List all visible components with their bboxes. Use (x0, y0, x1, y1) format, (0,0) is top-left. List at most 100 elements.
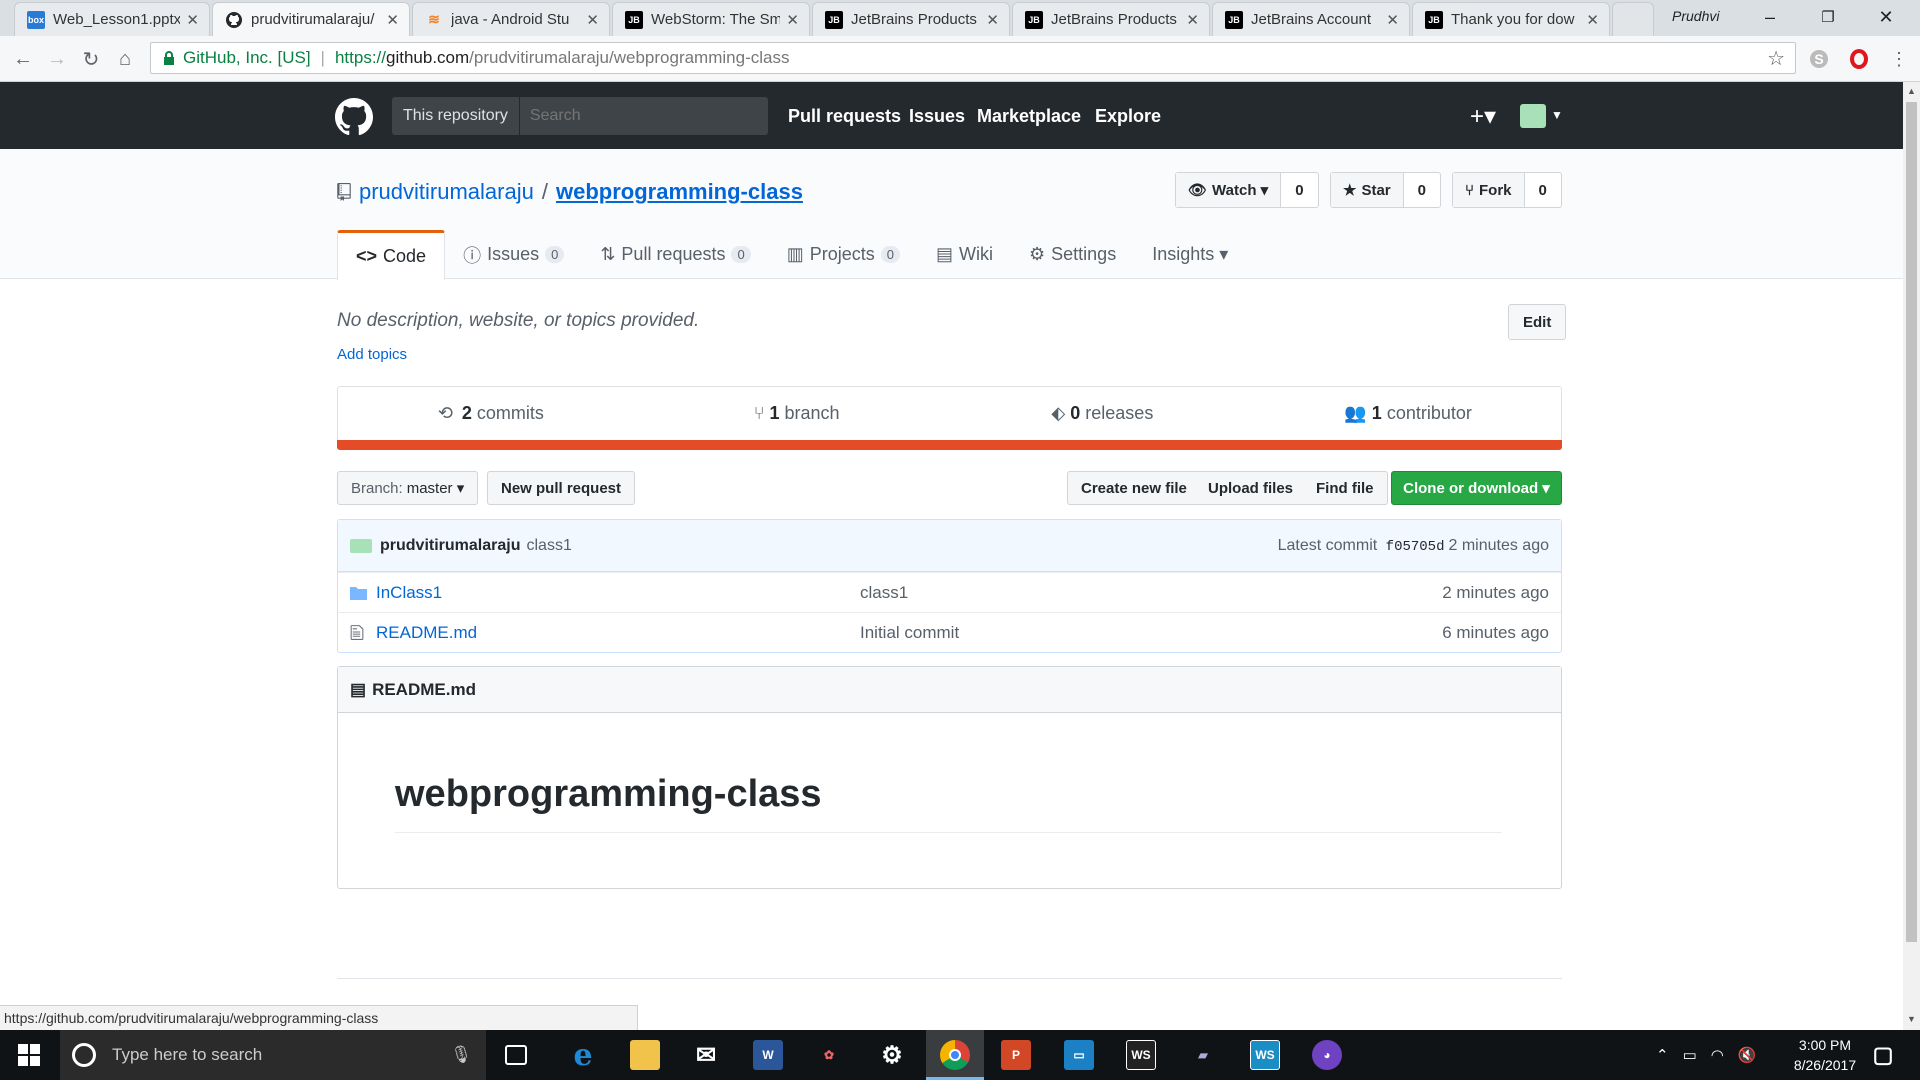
task-view-icon[interactable] (505, 1045, 527, 1065)
bookmark-star-icon[interactable]: ☆ (1767, 46, 1785, 71)
mail-icon[interactable]: ✉ (691, 1040, 721, 1070)
skype-icon[interactable]: S (1806, 46, 1832, 72)
close-icon[interactable]: ✕ (1386, 11, 1399, 29)
commit-sha[interactable]: f05705d (1386, 539, 1445, 555)
branch-link[interactable]: ⑂ 1 branch (644, 387, 950, 440)
windows-start-icon[interactable] (18, 1044, 40, 1066)
commit-message[interactable]: class1 (526, 537, 571, 555)
clone-or-download-button[interactable]: Clone or download ▾ (1391, 471, 1562, 505)
create-new-menu[interactable]: +▾ (1470, 102, 1496, 131)
file-name-link[interactable]: README.md (376, 623, 860, 643)
browser-tab[interactable]: JB JetBrains Products ✕ (1012, 2, 1210, 36)
branch-select[interactable]: Branch: master ▾ (337, 471, 479, 505)
tab-issues[interactable]: ⓘ Issues 0 (445, 230, 582, 279)
close-icon[interactable]: ✕ (1586, 11, 1599, 29)
new-tab-button[interactable] (1612, 2, 1654, 36)
settings-gear-icon[interactable]: ⚙ (877, 1040, 907, 1070)
search-input[interactable] (519, 107, 768, 125)
close-icon[interactable]: ✕ (186, 11, 199, 29)
language-bar[interactable] (337, 440, 1562, 450)
file-name-link[interactable]: InClass1 (376, 583, 860, 603)
nav-issues[interactable]: Issues (909, 106, 965, 127)
volume-muted-icon[interactable]: 🔇 (1738, 1046, 1757, 1064)
caret-down-icon[interactable]: ▼ (1551, 108, 1563, 122)
address-input[interactable]: GitHub, Inc. [US] | https://github.com/p… (150, 42, 1796, 74)
wifi-icon[interactable]: ◠ (1711, 1046, 1724, 1064)
browser-tab[interactable]: JB WebStorm: The Sm ✕ (612, 2, 810, 36)
tab-pull-requests[interactable]: ⇅ Pull requests 0 (582, 230, 768, 279)
star-count[interactable]: 0 (1404, 173, 1440, 207)
tab-wiki[interactable]: ▤ Wiki (918, 230, 1011, 279)
search-box[interactable]: This repository (392, 97, 768, 135)
powerpoint-icon[interactable]: P (1001, 1040, 1031, 1070)
edge-icon[interactable]: e (568, 1038, 598, 1073)
restore-icon[interactable]: ❐ (1800, 0, 1856, 34)
repo-owner-link[interactable]: prudvitirumalaraju (359, 179, 534, 205)
add-topics-link[interactable]: Add topics (337, 346, 407, 363)
watch-count[interactable]: 0 (1281, 173, 1317, 207)
close-icon[interactable]: ✕ (986, 11, 999, 29)
profile-name[interactable]: Prudhvi (1672, 8, 1719, 24)
tab-insights[interactable]: Insights ▾ (1134, 230, 1246, 279)
nav-marketplace[interactable]: Marketplace (977, 106, 1081, 127)
edit-button[interactable]: Edit (1508, 304, 1567, 340)
watch-button[interactable]: 👁 Watch ▾ (1176, 173, 1282, 207)
webstorm-icon[interactable]: WS (1250, 1040, 1280, 1070)
tab-code[interactable]: <> Code (337, 230, 446, 280)
chevron-up-icon[interactable]: ⌃ (1656, 1046, 1669, 1064)
battery-icon[interactable]: ▭ (1683, 1046, 1697, 1064)
browser-tab[interactable]: box Web_Lesson1.pptx ✕ (14, 2, 210, 36)
paint-icon[interactable]: ✿ (814, 1040, 844, 1070)
avatar[interactable] (350, 538, 372, 553)
browser-tab[interactable]: ≋ java - Android Stu ✕ (412, 2, 610, 36)
outlook-icon[interactable]: ▭ (1064, 1040, 1094, 1070)
home-icon[interactable]: ⌂ (112, 46, 138, 72)
browser-tab[interactable]: JB JetBrains Products ✕ (812, 2, 1010, 36)
menu-icon[interactable]: ⋮ (1886, 46, 1912, 72)
fork-button[interactable]: ⑂ Fork (1453, 173, 1525, 207)
forward-icon[interactable]: → (44, 46, 70, 72)
file-commit-message[interactable]: Initial commit (860, 623, 1442, 643)
new-pull-request-button[interactable]: New pull request (487, 471, 636, 505)
word-icon[interactable]: W (753, 1040, 783, 1070)
find-file-button[interactable]: Find file (1303, 471, 1388, 505)
nav-pull-requests[interactable]: Pull requests (788, 106, 901, 127)
back-icon[interactable]: ← (10, 46, 36, 72)
chrome-icon[interactable] (940, 1040, 970, 1070)
scrollbar-thumb[interactable] (1906, 102, 1917, 942)
close-icon[interactable]: ✕ (786, 11, 799, 29)
taskbar-search-box[interactable]: Type here to search 🎙 (60, 1030, 486, 1080)
commits-link[interactable]: ⟲ 2 commits (338, 387, 644, 440)
avatar[interactable] (1520, 104, 1546, 128)
scroll-down-icon[interactable]: ▼ (1907, 1014, 1916, 1024)
file-commit-message[interactable]: class1 (860, 583, 1442, 603)
commit-author[interactable]: prudvitirumalaraju (380, 537, 520, 555)
browser-tab[interactable]: JB JetBrains Account ✕ (1212, 2, 1410, 36)
releases-link[interactable]: ⬖ 0 releases (950, 387, 1256, 440)
browser-tab[interactable]: JB Thank you for dow ✕ (1412, 2, 1610, 36)
github-desktop-icon[interactable]: ◕ (1312, 1040, 1342, 1070)
nav-explore[interactable]: Explore (1095, 106, 1161, 127)
taskbar-clock[interactable]: 3:00 PM 8/26/2017 (1780, 1035, 1870, 1075)
star-button[interactable]: ★ Star (1331, 173, 1404, 207)
secure-badge[interactable]: GitHub, Inc. [US] (163, 48, 311, 68)
upload-files-button[interactable]: Upload files (1195, 471, 1308, 505)
close-icon[interactable]: ✕ (586, 11, 599, 29)
tab-projects[interactable]: ▥ Projects 0 (769, 230, 918, 279)
close-icon[interactable]: ✕ (386, 11, 399, 29)
contributors-link[interactable]: 👥 1 contributor (1255, 387, 1561, 440)
app-icon[interactable]: ▰ (1188, 1040, 1218, 1070)
github-logo-icon[interactable] (335, 98, 373, 136)
reload-icon[interactable]: ↻ (78, 46, 104, 72)
tab-settings[interactable]: ⚙ Settings (1011, 230, 1134, 279)
opera-icon[interactable] (1846, 46, 1872, 72)
notifications-icon[interactable]: ▢ (1868, 1040, 1898, 1070)
file-explorer-icon[interactable] (630, 1040, 660, 1070)
create-new-file-button[interactable]: Create new file (1067, 471, 1201, 505)
window-close-icon[interactable]: ✕ (1858, 0, 1914, 34)
microphone-icon[interactable]: 🎙 (450, 1045, 472, 1065)
page-scrollbar[interactable]: ▲ ▼ (1903, 82, 1920, 1030)
minimize-icon[interactable]: – (1742, 0, 1798, 34)
browser-tab-active[interactable]: prudvitirumalaraju/ ✕ (212, 2, 410, 36)
scroll-up-icon[interactable]: ▲ (1907, 86, 1916, 96)
